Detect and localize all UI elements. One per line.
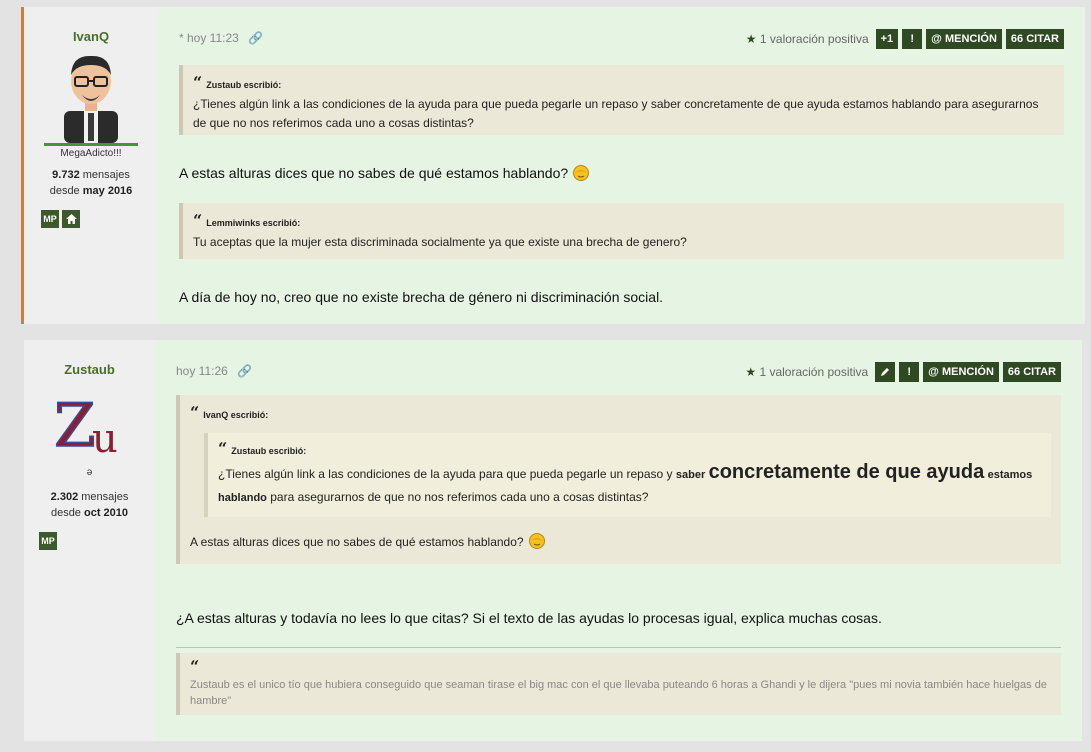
avatar-ivanq-icon [64, 55, 118, 143]
quote-mark-icon: “ [193, 73, 203, 92]
messages-count: 9.732 [52, 169, 80, 181]
since-label: desde [50, 507, 81, 519]
mention-button[interactable]: @ MENCIÓN [926, 29, 1002, 49]
report-button[interactable]: ! [902, 29, 923, 49]
user-stats: 9.732 mensajes desde may 2016 [24, 167, 158, 199]
signature-text: Zustaub es el unico tío que hubiera cons… [190, 679, 1047, 707]
post-author-panel: Zustaub Z u ə 2.302 mensajes desde oct 2… [24, 340, 155, 741]
nested-quote: “Zustaub escribió: ¿Tienes algún link a … [204, 433, 1051, 517]
quote-text: Tu aceptas que la mujer esta discriminad… [193, 235, 687, 249]
permalink-icon[interactable]: 🔗 [237, 364, 252, 378]
rank-bar [44, 143, 138, 146]
svg-text:Z: Z [54, 391, 96, 460]
post-time-text: * hoy 11:23 [179, 31, 239, 45]
avatar-zu-icon: Z u [53, 390, 118, 462]
home-icon[interactable] [62, 210, 80, 228]
user-buttons: MP [39, 532, 57, 550]
quote-author[interactable]: Zustaub escribió: [231, 446, 306, 456]
quote-author[interactable]: Lemmiwinks escribió: [206, 218, 300, 228]
pencil-icon [881, 368, 890, 376]
author-name[interactable]: IvanQ [24, 29, 158, 44]
author-name[interactable]: Zustaub [24, 362, 155, 377]
private-message-button[interactable]: MP [41, 210, 59, 228]
quote-zustaub: “Zustaub escribió: ¿Tienes algún link a … [179, 65, 1064, 135]
post-actions: ★ 1 valoración positiva ! @ MENCIÓN 66 C… [745, 362, 1061, 382]
post-ivanq: IvanQ MegaAdicto!!! 9.732 mensajes desde… [21, 7, 1085, 324]
avatar[interactable] [56, 51, 126, 143]
member-since: may 2016 [82, 185, 133, 197]
quote-text-b: para asegurarnos de que no nos referimos… [270, 490, 649, 504]
votes-text: 1 valoración positiva [759, 365, 869, 379]
quote-reply-text: A estas alturas dices que no sabes de qu… [190, 535, 524, 549]
post-actions: ★ 1 valoración positiva +1 ! @ MENCIÓN 6… [746, 29, 1064, 49]
votes-text: 1 valoración positiva [759, 32, 869, 46]
quote-reply: A estas alturas dices que no sabes de qu… [190, 533, 1051, 552]
quote-ivanq: “IvanQ escribió: “Zustaub escribió: ¿Tie… [176, 395, 1061, 564]
votes[interactable]: ★ 1 valoración positiva [745, 365, 868, 379]
quote-bold-small: saber [675, 469, 706, 481]
signature-separator [176, 647, 1061, 648]
quote-text: ¿Tienes algún link a las condiciones de … [193, 97, 1039, 130]
mention-button[interactable]: @ MENCIÓN [923, 362, 999, 382]
user-rank: MegaAdicto!!! [60, 148, 122, 159]
star-icon: ★ [745, 365, 757, 379]
quote-mark-icon: “ [193, 211, 203, 230]
post-time[interactable]: * hoy 11:23 🔗 [179, 31, 263, 45]
quote-mark-icon: “ [190, 657, 200, 676]
permalink-icon[interactable]: 🔗 [248, 31, 263, 45]
messages-label: mensajes [82, 169, 130, 181]
quote-button[interactable]: 66 CITAR [1002, 362, 1061, 382]
facepalm-emoji-icon [528, 533, 546, 549]
post-header: hoy 11:26 🔗 ★ 1 valoración positiva ! @ … [176, 362, 1061, 382]
quote-author[interactable]: IvanQ escribió: [203, 410, 268, 420]
post-zustaub: Zustaub Z u ə 2.302 mensajes desde oct 2… [24, 340, 1082, 741]
quote-button[interactable]: 66 CITAR [1005, 29, 1064, 49]
quote-mark-icon: “ [190, 403, 200, 422]
post-time-text: hoy 11:26 [176, 364, 228, 378]
quote-big-text: concretamente de que ayuda [708, 461, 985, 483]
messages-count: 2.302 [50, 491, 79, 503]
user-buttons: MP [41, 210, 80, 228]
avatar[interactable]: Z u [50, 390, 130, 462]
star-icon: ★ [745, 32, 757, 46]
user-rank: ə [86, 467, 93, 478]
post-time[interactable]: hoy 11:26 🔗 [176, 364, 252, 378]
edit-button[interactable] [875, 362, 896, 382]
messages-label: mensajes [81, 491, 129, 503]
signature: “ Zustaub es el unico tío que hubiera co… [176, 653, 1061, 715]
quote-lemmiwinks: “Lemmiwinks escribió: Tu aceptas que la … [179, 203, 1064, 259]
member-since: oct 2010 [84, 507, 129, 519]
reply-text-2: A día de hoy no, creo que no existe brec… [179, 289, 664, 305]
quote-mark-icon: “ [218, 439, 228, 458]
reply-text-1: A estas alturas dices que no sabes de qu… [179, 165, 569, 181]
quote-text-a: ¿Tienes algún link a las condiciones de … [218, 467, 673, 481]
quote-author[interactable]: Zustaub escribió: [206, 80, 281, 90]
quote-text: ¿Tienes algún link a las condiciones de … [218, 461, 1041, 509]
post-author-panel: IvanQ MegaAdicto!!! 9.732 mensajes desde… [24, 7, 158, 324]
votes[interactable]: ★ 1 valoración positiva [746, 32, 869, 46]
reply-text: ¿A estas alturas y todavía no lees lo qu… [176, 610, 882, 626]
since-label: desde [49, 185, 80, 197]
report-button[interactable]: ! [899, 362, 920, 382]
post-header: * hoy 11:23 🔗 ★ 1 valoración positiva +1… [179, 29, 1064, 49]
plus-one-button[interactable]: +1 [875, 29, 899, 49]
facepalm-emoji-icon [572, 165, 590, 181]
svg-text:u: u [92, 416, 118, 460]
private-message-button[interactable]: MP [39, 532, 57, 550]
post-text: A estas alturas dices que no sabes de qu… [179, 165, 590, 181]
user-stats: 2.302 mensajes desde oct 2010 [24, 489, 155, 521]
